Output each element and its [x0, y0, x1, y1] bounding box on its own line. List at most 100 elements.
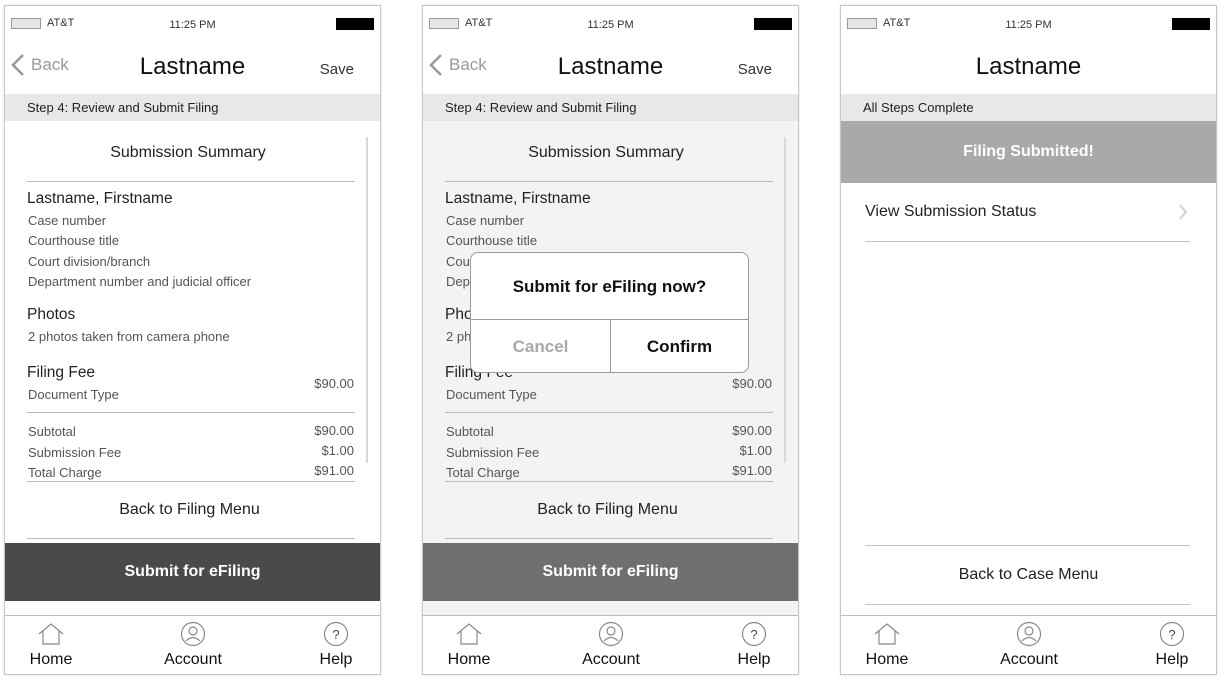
step-indicator: Step 4: Review and Submit Filing — [5, 94, 380, 121]
screen-confirm-dialog: AT&T 11:25 PM Back Lastname Save Step 4:… — [422, 5, 799, 675]
nav-bar: Back Lastname Save — [423, 40, 798, 94]
home-icon — [38, 623, 64, 645]
submission-fee-label: Submission Fee — [28, 445, 122, 460]
dialog-title: Submit for eFiling now? — [512, 277, 707, 296]
department: Dep — [446, 274, 470, 289]
submission-fee-value: $1.00 — [321, 443, 354, 458]
photos-heading: Photos — [27, 306, 76, 323]
divider — [445, 481, 773, 482]
tab-label: Account — [1000, 651, 1058, 668]
view-submission-status-row[interactable]: View Submission Status — [865, 183, 1190, 242]
tab-help[interactable]: ? Help — [291, 620, 380, 669]
step-indicator: All Steps Complete — [841, 94, 1216, 121]
subtotal-value: $90.00 — [732, 423, 772, 438]
divider — [27, 412, 355, 413]
svg-text:?: ? — [1168, 627, 1175, 642]
divider — [445, 538, 773, 539]
subtotal-label: Subtotal — [446, 424, 494, 439]
courthouse-title: Courthouse title — [28, 233, 120, 248]
confirm-dialog: Submit for eFiling now? Cancel Confirm — [470, 252, 749, 373]
screen-filing-submitted: AT&T 11:25 PM Lastname All Steps Complet… — [840, 5, 1217, 675]
tab-label: Home — [29, 651, 73, 668]
nav-bar: Lastname — [841, 40, 1216, 94]
tab-account[interactable]: Account — [566, 620, 656, 669]
scrollbar[interactable] — [784, 137, 786, 463]
total-value: $91.00 — [732, 463, 772, 478]
status-bar: AT&T 11:25 PM — [5, 6, 380, 40]
tab-label: Home — [865, 651, 909, 668]
chevron-right-icon — [1179, 204, 1188, 220]
tab-help[interactable]: ? Help — [1127, 620, 1216, 669]
tab-help[interactable]: ? Help — [709, 620, 798, 669]
document-type: Document Type — [28, 387, 119, 402]
back-to-filing-menu-link[interactable]: Back to Filing Menu — [423, 501, 798, 519]
help-icon: ? — [741, 621, 767, 647]
tab-home[interactable]: Home — [842, 620, 932, 669]
subtotal-value: $90.00 — [314, 423, 354, 438]
total-label: Total Charge — [446, 465, 520, 480]
status-bar: AT&T 11:25 PM — [423, 6, 798, 40]
case-number: Case number — [446, 213, 525, 228]
clock: 11:25 PM — [169, 19, 216, 31]
subtotal-label: Subtotal — [28, 424, 76, 439]
divider — [27, 538, 355, 539]
document-type: Document Type — [446, 387, 537, 402]
svg-text:?: ? — [332, 627, 339, 642]
submit-efiling-button[interactable]: Submit for eFiling — [5, 543, 380, 601]
divider — [865, 604, 1190, 605]
tab-bar: Home Account ? Help — [841, 615, 1216, 674]
tab-home[interactable]: Home — [6, 620, 96, 669]
court-division: Cou — [446, 254, 470, 269]
tab-home[interactable]: Home — [424, 620, 514, 669]
user-icon — [598, 621, 624, 647]
home-icon — [456, 623, 482, 645]
photos-detail: 2 photos taken from camera phone — [28, 329, 230, 344]
photos-heading: Pho — [445, 306, 473, 323]
person-name: Lastname, Firstname — [445, 190, 591, 207]
tab-label: Home — [447, 651, 491, 668]
help-icon: ? — [1159, 621, 1185, 647]
back-to-case-menu-link[interactable]: Back to Case Menu — [841, 566, 1216, 584]
tab-label: Help — [1155, 651, 1189, 668]
fee-heading: Filing Fee — [27, 364, 96, 381]
submission-fee-label: Submission Fee — [446, 445, 540, 460]
summary-title: Submission Summary — [528, 144, 684, 161]
department: Department number and judicial officer — [28, 274, 252, 289]
divider — [445, 412, 773, 413]
submission-fee-value: $1.00 — [739, 443, 772, 458]
tab-label: Account — [164, 651, 222, 668]
view-submission-status-label: View Submission Status — [865, 203, 1037, 220]
battery-icon — [754, 18, 792, 30]
divider — [865, 545, 1190, 546]
tab-account[interactable]: Account — [148, 620, 238, 669]
person-name: Lastname, Firstname — [27, 190, 173, 207]
tab-account[interactable]: Account — [984, 620, 1074, 669]
photos-detail: 2 ph — [446, 329, 472, 344]
cancel-button[interactable]: Cancel — [471, 337, 610, 357]
back-to-filing-menu-link[interactable]: Back to Filing Menu — [5, 501, 380, 519]
tab-bar: Home Account ? Help — [5, 615, 380, 674]
tab-bar: Home Account ? Help — [423, 615, 798, 674]
scrollbar[interactable] — [366, 137, 368, 463]
status-bar: AT&T 11:25 PM — [841, 6, 1216, 40]
battery-icon — [336, 18, 374, 30]
confirm-button[interactable]: Confirm — [611, 337, 748, 357]
step-indicator: Step 4: Review and Submit Filing — [423, 94, 798, 121]
fee-amount: $90.00 — [732, 376, 772, 391]
save-button[interactable]: Save — [738, 61, 772, 78]
submit-efiling-button[interactable]: Submit for eFiling — [423, 543, 798, 601]
courthouse-title: Courthouse title — [446, 233, 538, 248]
summary-title: Submission Summary — [110, 144, 266, 161]
user-icon — [1016, 621, 1042, 647]
tab-label: Help — [319, 651, 353, 668]
court-division: Court division/branch — [28, 254, 151, 269]
screen-review-submit: AT&T 11:25 PM Back Lastname Save Step 4:… — [4, 5, 381, 675]
case-number: Case number — [28, 213, 107, 228]
nav-bar: Back Lastname Save — [5, 40, 380, 94]
home-icon — [874, 623, 900, 645]
clock: 11:25 PM — [1005, 19, 1052, 31]
divider — [27, 481, 355, 482]
divider — [27, 181, 355, 182]
fee-amount: $90.00 — [314, 376, 354, 391]
save-button[interactable]: Save — [320, 61, 354, 78]
